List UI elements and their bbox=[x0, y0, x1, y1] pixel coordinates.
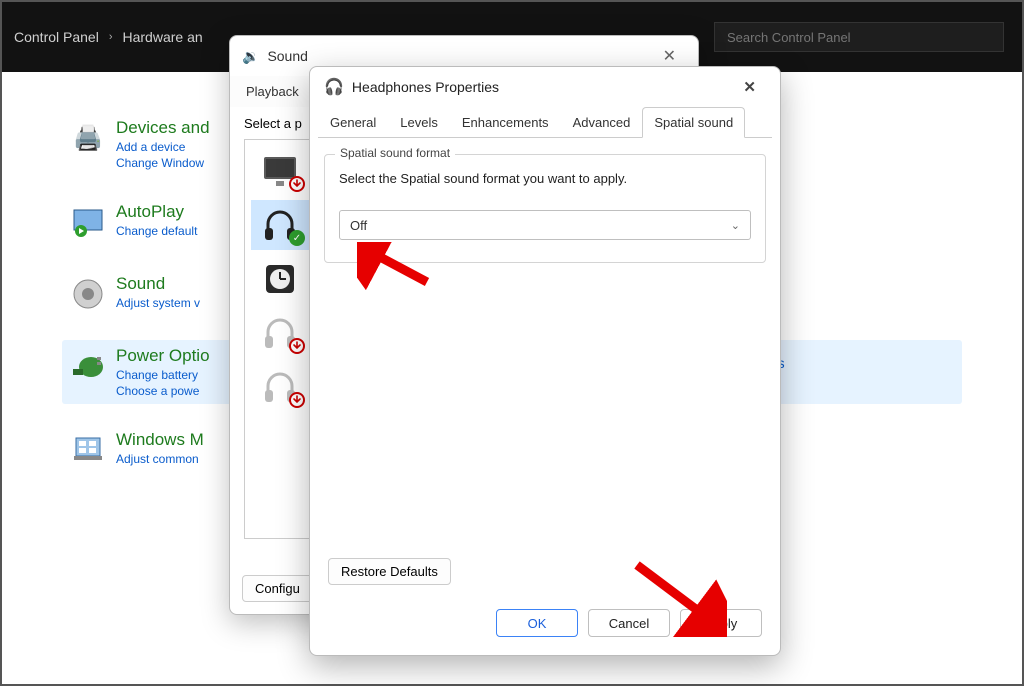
spatial-sound-dropdown[interactable]: Off ⌄ bbox=[339, 210, 751, 240]
category-link[interactable]: Add a device bbox=[116, 140, 210, 154]
chevron-down-icon: ⌄ bbox=[731, 219, 740, 232]
printer-icon: 🖨️ bbox=[68, 118, 108, 158]
power-icon bbox=[68, 346, 108, 386]
category-title: Power Optio bbox=[116, 346, 210, 366]
configure-button[interactable]: Configu bbox=[242, 575, 313, 602]
breadcrumb-item[interactable]: Hardware an bbox=[123, 29, 203, 45]
search-box[interactable] bbox=[714, 22, 1004, 52]
device-headphones-disabled[interactable] bbox=[251, 308, 309, 358]
category-title: AutoPlay bbox=[116, 202, 197, 222]
category-link[interactable]: Choose a powe bbox=[116, 384, 210, 398]
dialog-button-row: OK Cancel Apply bbox=[496, 609, 762, 637]
breadcrumb: Control Panel › Hardware an bbox=[14, 29, 203, 45]
ok-button[interactable]: OK bbox=[496, 609, 578, 637]
device-clock[interactable] bbox=[251, 254, 309, 304]
down-arrow-badge bbox=[289, 338, 305, 354]
speaker-icon: 🔉 bbox=[242, 48, 259, 65]
group-description: Select the Spatial sound format you want… bbox=[339, 171, 751, 186]
checkmark-badge: ✓ bbox=[289, 230, 305, 246]
properties-titlebar[interactable]: 🎧 Headphones Properties ✕ bbox=[310, 67, 780, 107]
search-input[interactable] bbox=[725, 29, 993, 46]
chevron-right-icon: › bbox=[109, 31, 113, 43]
device-monitor[interactable] bbox=[251, 146, 309, 196]
device-headphones-disabled[interactable] bbox=[251, 362, 309, 412]
window-title: Sound bbox=[267, 48, 307, 64]
mobility-icon bbox=[68, 430, 108, 470]
category-link[interactable]: Adjust system v bbox=[116, 296, 200, 310]
device-headphones-active[interactable]: ✓ bbox=[251, 200, 309, 250]
breadcrumb-item[interactable]: Control Panel bbox=[14, 29, 99, 45]
close-icon[interactable]: ✕ bbox=[733, 72, 766, 102]
down-arrow-badge bbox=[289, 392, 305, 408]
group-label: Spatial sound format bbox=[335, 146, 455, 160]
tab-enhancements[interactable]: Enhancements bbox=[450, 107, 561, 138]
select-label: Select a p bbox=[244, 116, 302, 131]
cancel-button[interactable]: Cancel bbox=[588, 609, 670, 637]
dropdown-value: Off bbox=[350, 218, 367, 233]
speaker-icon bbox=[68, 274, 108, 314]
category-link[interactable]: Adjust common bbox=[116, 452, 204, 466]
headphones-properties-dialog: 🎧 Headphones Properties ✕ General Levels… bbox=[309, 66, 781, 656]
properties-tabs: General Levels Enhancements Advanced Spa… bbox=[310, 107, 780, 138]
restore-defaults-button[interactable]: Restore Defaults bbox=[328, 558, 451, 585]
category-title: Devices and bbox=[116, 118, 210, 138]
tab-advanced[interactable]: Advanced bbox=[561, 107, 643, 138]
tab-playback[interactable]: Playback bbox=[236, 76, 309, 107]
headphones-icon: 🎧 bbox=[324, 77, 344, 97]
category-link[interactable]: Change Window bbox=[116, 156, 210, 170]
tab-general[interactable]: General bbox=[318, 107, 388, 138]
spatial-sound-group: Spatial sound format Select the Spatial … bbox=[324, 154, 766, 263]
apply-button[interactable]: Apply bbox=[680, 609, 762, 637]
tab-levels[interactable]: Levels bbox=[388, 107, 450, 138]
tab-spatial-sound[interactable]: Spatial sound bbox=[642, 107, 745, 138]
category-link[interactable]: Change battery bbox=[116, 368, 210, 382]
category-link[interactable]: Change default bbox=[116, 224, 197, 238]
category-title: Windows M bbox=[116, 430, 204, 450]
window-title: Headphones Properties bbox=[352, 79, 499, 95]
category-title: Sound bbox=[116, 274, 200, 294]
down-arrow-badge bbox=[289, 176, 305, 192]
autoplay-icon bbox=[68, 202, 108, 242]
